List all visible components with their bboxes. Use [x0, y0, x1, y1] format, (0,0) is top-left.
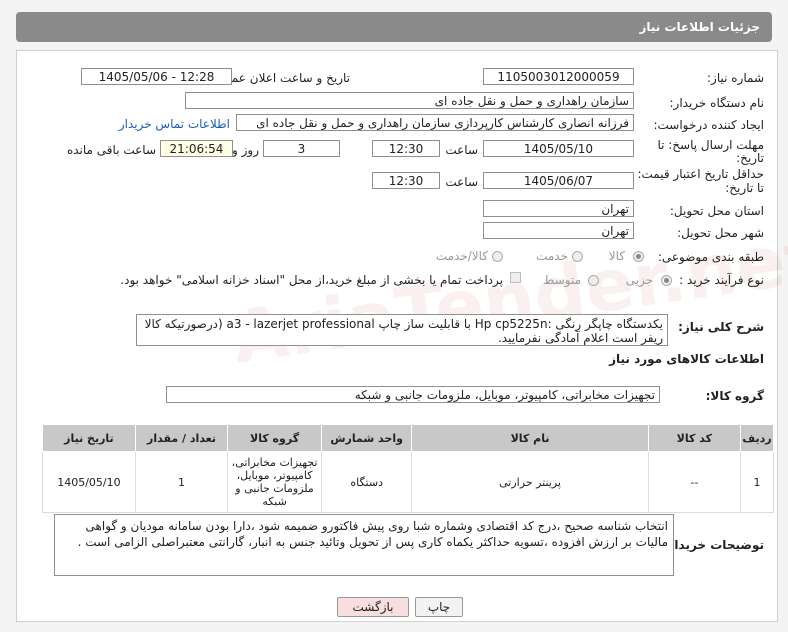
reply-deadline-label: مهلت ارسال پاسخ: تا — [657, 138, 764, 152]
description-label: شرح کلی نیاز: — [678, 320, 764, 334]
goods-group-field: تجهیزات مخابراتی، کامپیوتر، موبایل، ملزو… — [166, 386, 660, 403]
requester-field: فرزانه انصاری کارشناس کارپردازی سازمان ر… — [236, 114, 634, 131]
treasury-payment-note: پرداخت تمام یا بخشی از مبلغ خرید،از محل … — [120, 273, 503, 287]
category-option-goods-service: کالا/خدمت — [435, 249, 488, 263]
price-validity-time: 12:30 — [372, 172, 440, 189]
purchase-radio-medium[interactable] — [588, 275, 599, 286]
col-unit: واحد شمارش — [320, 424, 413, 452]
purchase-type-label: نوع فرآیند خرید : — [679, 273, 764, 287]
buyer-contact-link[interactable]: اطلاعات تماس خریدار — [119, 117, 230, 131]
cell-name: پرینتر حرارتی — [411, 451, 649, 513]
announce-datetime-field: 1405/05/06 - 12:28 — [81, 68, 232, 85]
need-number-field: 1105003012000059 — [483, 68, 634, 85]
reply-deadline-time: 12:30 — [372, 140, 440, 157]
buyer-org-field: سازمان راهداری و حمل و نقل جاده ای — [185, 92, 634, 109]
price-validity-label: حداقل تاریخ اعتبار قیمت: — [637, 167, 764, 181]
buyer-notes-field: انتخاب شناسه صحیح ،درج کد اقتصادی وشماره… — [54, 514, 674, 576]
category-label: طبقه بندی موضوعی: — [657, 250, 764, 264]
cell-code: -- — [647, 451, 742, 513]
cell-group: تجهیزات مخابراتی، کامپیوتر، موبایل، ملزو… — [227, 451, 322, 513]
buyer-org-label: نام دستگاه خریدار: — [669, 96, 765, 110]
delivery-city-field: تهران — [483, 222, 634, 239]
delivery-province-label: استان محل تحویل: — [669, 204, 764, 218]
cell-qty: 1 — [134, 451, 229, 513]
col-date: تاریخ نیاز — [42, 424, 136, 452]
cell-unit: دستگاه — [320, 451, 413, 513]
category-option-service: خدمت — [536, 249, 568, 263]
remaining-time-field: 21:06:54 — [160, 140, 233, 157]
price-validity-time-label: ساعت — [445, 175, 478, 189]
reply-days-field: 3 — [263, 140, 340, 157]
purchase-option-minor: جزیی — [625, 273, 653, 287]
print-button[interactable]: چاپ — [415, 597, 463, 617]
table-row: 1 -- پرینتر حرارتی دستگاه تجهیزات مخابرا… — [42, 451, 774, 513]
purchase-option-medium: متوسط — [543, 273, 581, 287]
delivery-province-field: تهران — [483, 200, 634, 217]
col-name: نام کالا — [411, 424, 649, 452]
days-label: روز و — [232, 143, 259, 157]
category-radio-goods[interactable] — [633, 251, 644, 262]
category-option-goods: کالا — [608, 249, 625, 263]
treasury-payment-checkbox[interactable] — [510, 272, 521, 283]
back-button[interactable]: بازگشت — [337, 597, 409, 617]
goods-table: ردیف کد کالا نام کالا واحد شمارش گروه کا… — [42, 424, 774, 513]
goods-group-label: گروه کالا: — [705, 389, 764, 403]
remaining-time-label: ساعت باقی مانده — [66, 143, 156, 157]
cell-row: 1 — [740, 451, 774, 513]
col-code: کد کالا — [647, 424, 742, 452]
category-radio-service[interactable] — [572, 251, 583, 262]
price-validity-label-date: تا تاریخ: — [725, 181, 764, 195]
col-qty: تعداد / مقدار — [134, 424, 229, 452]
reply-deadline-time-label: ساعت — [445, 143, 478, 157]
col-group: گروه کالا — [227, 424, 322, 452]
table-header-row: ردیف کد کالا نام کالا واحد شمارش گروه کا… — [42, 424, 774, 452]
reply-deadline-date: 1405/05/10 — [483, 140, 634, 157]
cell-date: 1405/05/10 — [42, 451, 136, 513]
need-number-label: شماره نیاز: — [707, 71, 764, 85]
col-row: ردیف — [740, 424, 774, 452]
reply-deadline-label-date: تاریخ: — [736, 151, 764, 165]
category-radio-goods-service[interactable] — [492, 251, 503, 262]
delivery-city-label: شهر محل تحویل: — [677, 226, 764, 240]
requester-label: ایجاد کننده درخواست: — [653, 118, 764, 132]
page-header: جزئیات اطلاعات نیاز — [16, 12, 772, 42]
buyer-notes-label: توضیحات خریدار: — [662, 538, 764, 552]
goods-info-title: اطلاعات کالاهای مورد نیاز — [609, 352, 764, 366]
description-field: یکدستگاه چاپگر رنگی :Hp cp5225n با قابلی… — [136, 314, 668, 346]
purchase-radio-minor[interactable] — [661, 275, 672, 286]
price-validity-date: 1405/06/07 — [483, 172, 634, 189]
page-title: جزئیات اطلاعات نیاز — [639, 20, 760, 34]
